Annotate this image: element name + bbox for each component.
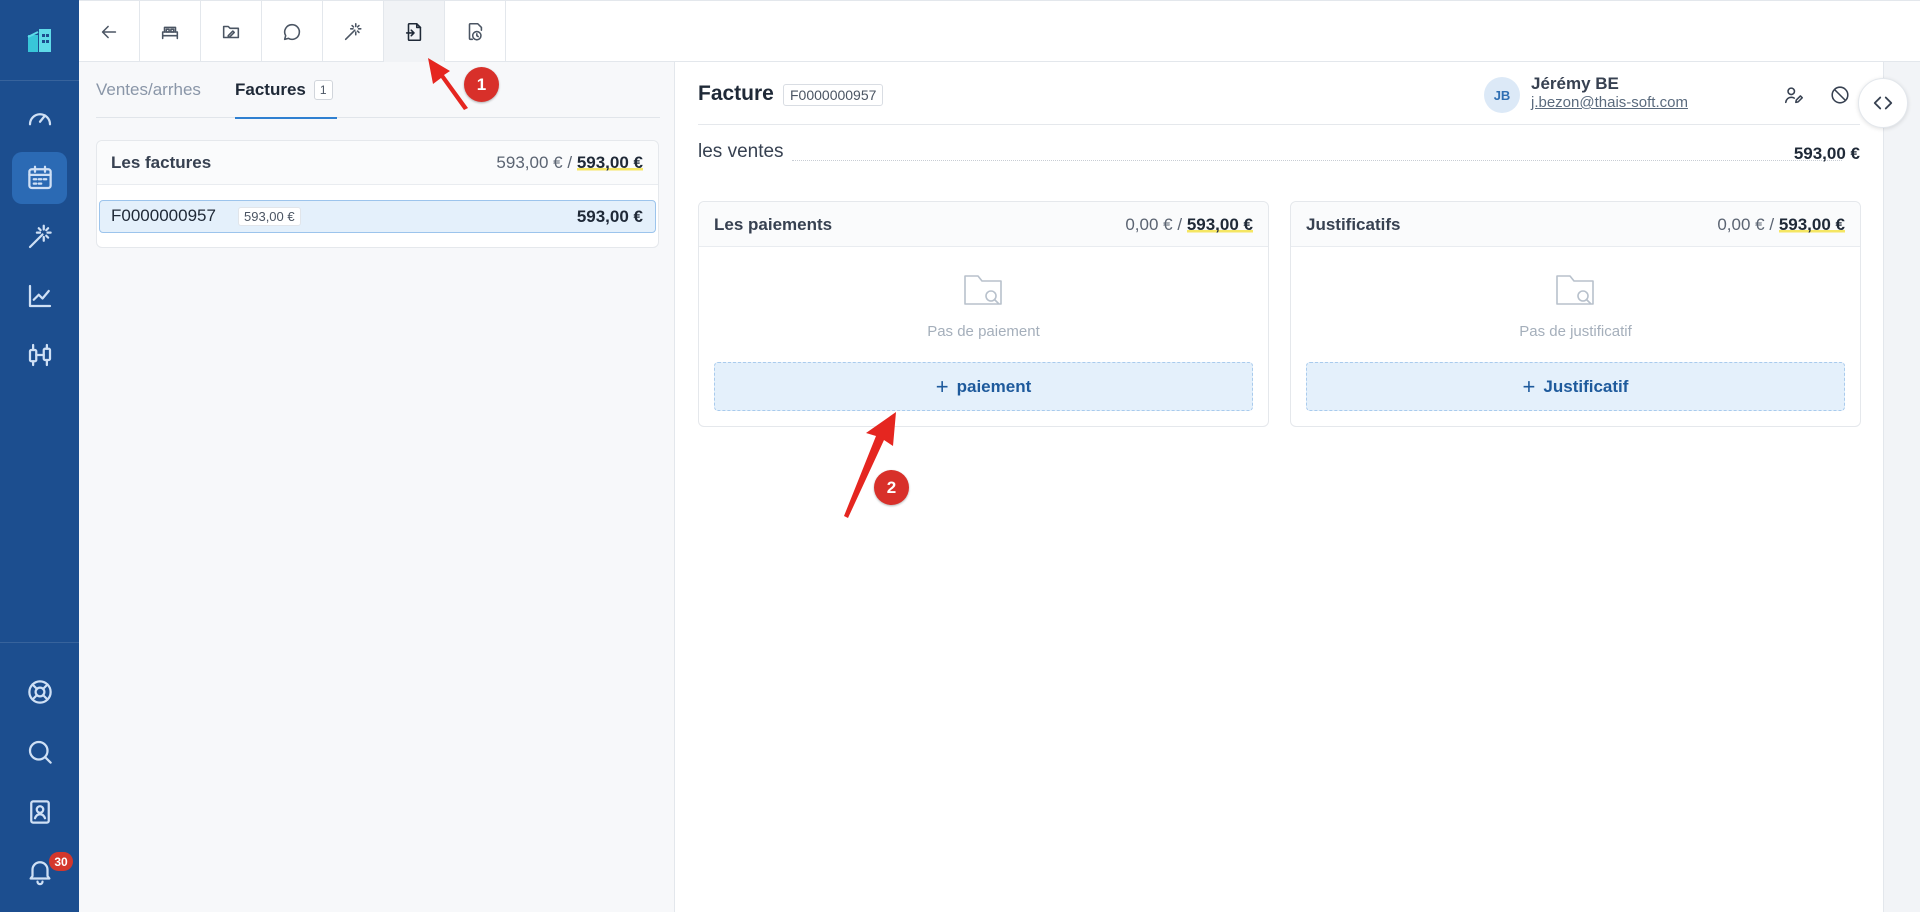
invoices-card-header: Les factures 593,00 € / 593,00 € [97, 141, 658, 185]
amount-separator: / [1769, 215, 1775, 234]
toolbar-invoice-button[interactable] [384, 1, 445, 62]
sidebar-item-stats[interactable] [12, 270, 67, 322]
add-justificatif-button[interactable]: + Justificatif [1306, 362, 1845, 411]
invoice-row[interactable]: F0000000957 593,00 € 593,00 € [99, 200, 656, 233]
back-arrow-icon [101, 25, 117, 38]
annotation-badge-1: 1 [464, 67, 499, 102]
invoices-card-title: Les factures [111, 153, 212, 172]
back-button[interactable] [79, 1, 140, 62]
contact-card-icon [29, 800, 50, 824]
invoice-add-icon [405, 22, 422, 41]
sidebar-item-dashboard[interactable] [12, 92, 67, 144]
user-email-link[interactable]: j.bezon@thais-soft.com [1531, 94, 1688, 111]
tab-label: Factures [235, 80, 306, 99]
invoice-amount-badge: 593,00 € [238, 207, 301, 226]
toolbar-rooms-button[interactable] [140, 1, 201, 62]
payments-empty-text: Pas de paiement [927, 323, 1040, 340]
toolbar-magic-button[interactable] [323, 1, 384, 62]
chat-bubble-icon [283, 23, 301, 40]
ventes-label: les ventes [698, 141, 784, 162]
add-payment-button[interactable]: + paiement [714, 362, 1253, 411]
invoice-number-tag: F0000000957 [783, 84, 884, 106]
empty-folder-icon [1553, 270, 1597, 310]
justificatifs-empty-text: Pas de justificatif [1519, 323, 1632, 340]
amount-done: 0,00 € [1717, 215, 1765, 234]
code-brackets-icon [1873, 96, 1893, 110]
cancel-invoice-button[interactable] [1825, 80, 1855, 110]
justificatifs-card: Justificatifs 0,00 € / 593,00 € Pas de j… [1290, 201, 1861, 427]
document-clock-icon [468, 22, 483, 41]
amount-paid: 593,00 € [496, 153, 563, 172]
block-icon [1831, 86, 1849, 104]
ventes-amount: 593,00 € [1793, 144, 1860, 163]
tab-label: Ventes/arrhes [96, 80, 201, 99]
annotation-badge-2: 2 [874, 470, 909, 505]
magic-wand-icon [28, 224, 52, 249]
invoices-panel: Ventes/arrhes Factures 1 Les factures 59… [79, 62, 675, 912]
sidebar-divider [0, 80, 79, 81]
invoice-detail-panel: Facture F0000000957 JB Jérémy BE j.bezon… [675, 62, 1908, 912]
amount-done: 0,00 € [1125, 215, 1173, 234]
amount-separator: / [567, 153, 573, 172]
page-title: Facture [698, 82, 774, 105]
toolbar-history-button[interactable] [445, 1, 506, 62]
settings-sliders-icon [28, 343, 51, 367]
main-sidebar: 30 [0, 0, 79, 912]
tab-count-badge: 1 [313, 80, 333, 100]
justificatifs-title: Justificatifs [1306, 215, 1401, 234]
sidebar-item-contacts[interactable] [12, 786, 67, 838]
plus-icon: + [1522, 373, 1536, 399]
panel-tabs: Ventes/arrhes Factures 1 [96, 76, 660, 119]
invoices-card: Les factures 593,00 € / 593,00 € F000000… [96, 140, 659, 248]
user-name: Jérémy BE [1531, 74, 1619, 93]
sidebar-item-calendar[interactable] [12, 152, 67, 204]
calendar-icon [27, 165, 52, 190]
bed-icon [161, 26, 179, 39]
invoice-amount: 593,00 € [576, 207, 643, 226]
header-divider [698, 124, 1860, 125]
search-icon [28, 740, 52, 764]
payments-card-header: Les paiements 0,00 € / 593,00 € [699, 202, 1268, 247]
folder-edit-icon [222, 25, 240, 38]
lifebuoy-icon [27, 680, 52, 704]
add-payment-label: paiement [956, 376, 1032, 396]
amount-total: 593,00 € [1778, 215, 1845, 234]
payments-amounts: 0,00 € / 593,00 € [1125, 215, 1253, 235]
tab-ventes-arrhes[interactable]: Ventes/arrhes [96, 76, 201, 118]
user-edit-icon [1784, 87, 1804, 104]
leader-dots [792, 160, 1842, 161]
invoices-amounts: 593,00 € / 593,00 € [496, 153, 643, 173]
app-logo-icon [27, 29, 51, 52]
app-logo[interactable] [0, 0, 79, 80]
amount-separator: / [1177, 215, 1183, 234]
sidebar-item-help[interactable] [12, 666, 67, 718]
toolbar-files-button[interactable] [201, 1, 262, 62]
sidebar-item-magic[interactable] [12, 211, 67, 263]
payments-title: Les paiements [714, 215, 833, 234]
tab-factures[interactable]: Factures 1 [235, 76, 337, 119]
magic-wand-icon [344, 22, 362, 40]
invoice-number: F0000000957 [111, 206, 216, 225]
amount-total: 593,00 € [576, 153, 643, 172]
sidebar-item-search[interactable] [12, 726, 67, 778]
avatar: JB [1484, 77, 1520, 113]
notification-count-badge: 30 [49, 852, 73, 871]
sidebar-item-settings[interactable] [12, 329, 67, 381]
toolbar-messages-button[interactable] [262, 1, 323, 62]
toggle-panel-button[interactable] [1858, 78, 1908, 128]
dashboard-gauge-icon [28, 113, 51, 126]
empty-folder-icon [961, 270, 1005, 310]
justificatifs-amounts: 0,00 € / 593,00 € [1717, 215, 1845, 235]
plus-icon: + [935, 373, 949, 399]
line-chart-icon [28, 284, 51, 308]
sidebar-divider [0, 642, 79, 643]
add-justificatif-label: Justificatif [1543, 376, 1629, 396]
justificatifs-card-header: Justificatifs 0,00 € / 593,00 € [1291, 202, 1860, 247]
payments-card: Les paiements 0,00 € / 593,00 € Pas de p… [698, 201, 1269, 427]
right-edge-gutter [1883, 62, 1920, 912]
amount-total: 593,00 € [1186, 215, 1253, 234]
edit-user-button[interactable] [1779, 80, 1809, 110]
top-toolbar [79, 0, 1920, 62]
